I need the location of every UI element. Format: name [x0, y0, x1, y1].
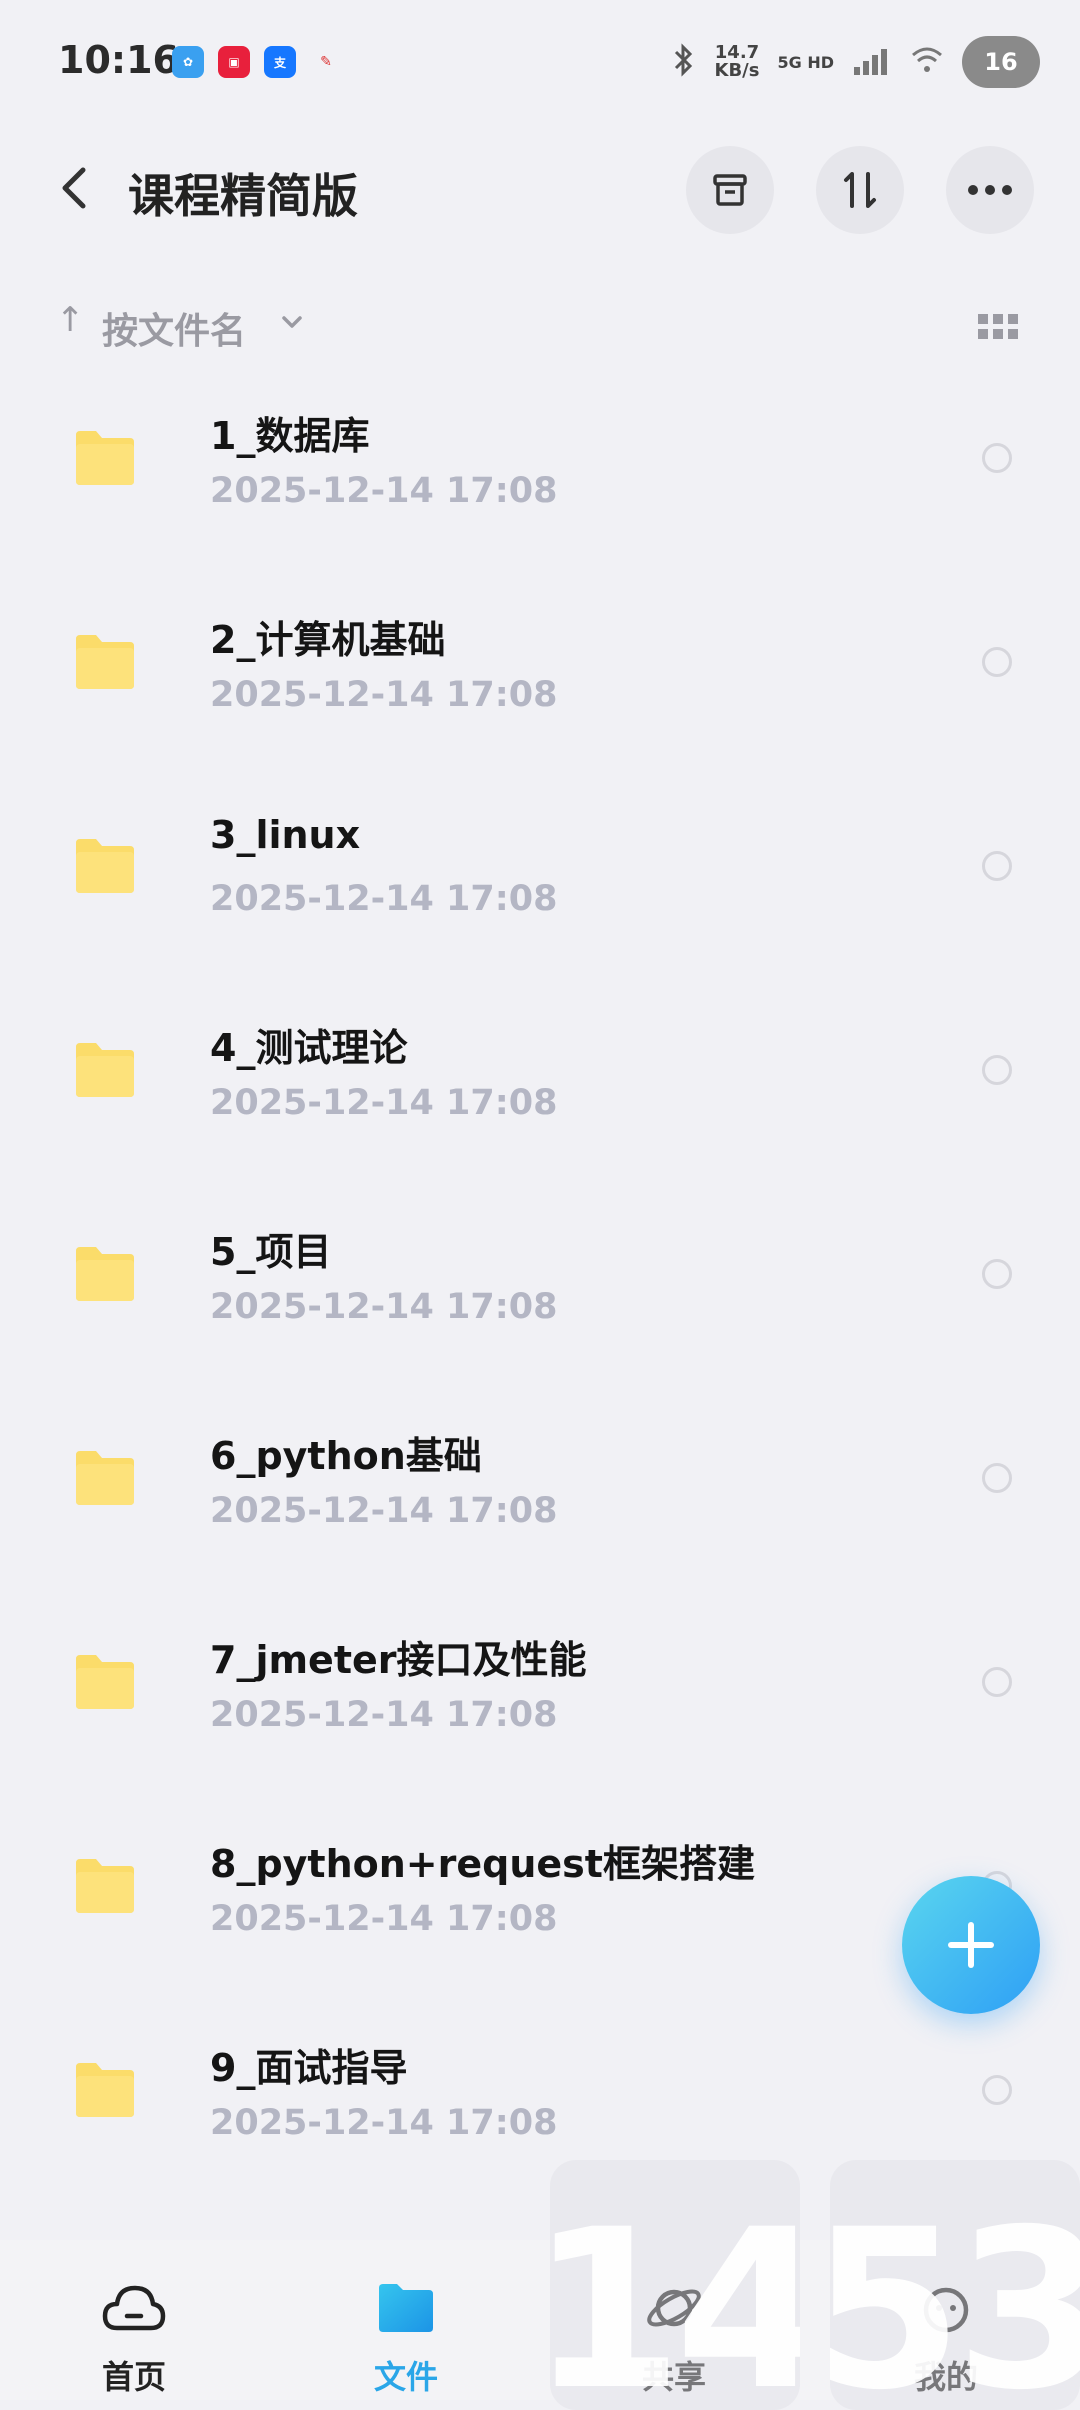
folder-icon	[76, 431, 134, 485]
file-date: 2025-12-14 17:08	[210, 1287, 558, 1327]
sort-label[interactable]: 按文件名	[102, 302, 246, 354]
plus-icon	[948, 1922, 994, 1968]
more-dots-icon	[968, 185, 1012, 195]
folder-icon	[76, 1451, 134, 1505]
sort-toggle-button[interactable]	[816, 146, 904, 234]
file-date: 2025-12-14 17:08	[210, 1899, 558, 1939]
network-type: 5G HD	[777, 52, 834, 72]
nav-files[interactable]: 文件	[306, 2240, 506, 2400]
folder-icon	[76, 1859, 134, 1913]
file-date: 2025-12-14 17:08	[210, 471, 558, 511]
app-notification-icon: ✿	[172, 46, 204, 78]
nav-label: 首页	[101, 2358, 166, 2396]
clock-hours: 14	[550, 2182, 800, 2410]
archive-icon	[713, 174, 747, 206]
file-name: 8_python+request框架搭建	[210, 1842, 755, 1886]
network-speed: 14.7 KB/s	[714, 42, 760, 81]
file-date: 2025-12-14 17:08	[210, 675, 558, 715]
file-row[interactable]: 3_linux 2025-12-14 17:08	[0, 773, 1080, 977]
app-header: 课程精简版	[0, 130, 1080, 250]
alipay-icon: 支	[264, 46, 296, 78]
archive-button[interactable]	[686, 146, 774, 234]
back-button[interactable]	[44, 158, 104, 218]
bluetooth-icon	[671, 43, 697, 81]
file-row[interactable]: 5_项目 2025-12-14 17:08	[0, 1181, 1080, 1385]
file-row[interactable]: 1_数据库 2025-12-14 17:08	[0, 365, 1080, 569]
grid-view-icon[interactable]	[978, 314, 1018, 340]
select-checkbox[interactable]	[982, 443, 1012, 473]
select-checkbox[interactable]	[982, 1667, 1012, 1697]
status-bar: 10:16 ✿ ▣ 支 ✎ 14.7 KB/s 5G HD 16	[0, 0, 1080, 130]
folder-icon	[372, 2274, 440, 2342]
nav-home[interactable]: 首页	[34, 2240, 234, 2400]
file-date: 2025-12-14 17:08	[210, 879, 558, 919]
cloud-icon	[100, 2274, 168, 2342]
select-checkbox[interactable]	[982, 1055, 1012, 1085]
app-notification-icon: ▣	[218, 46, 250, 78]
file-name: 5_项目	[210, 1230, 332, 1274]
page-title: 课程精简版	[128, 169, 358, 223]
battery-indicator: 16	[962, 36, 1040, 88]
signal-icon	[852, 45, 892, 79]
add-button[interactable]	[902, 1876, 1040, 2014]
file-row[interactable]: 6_python基础 2025-12-14 17:08	[0, 1385, 1080, 1589]
file-date: 2025-12-14 17:08	[210, 1083, 558, 1123]
select-checkbox[interactable]	[982, 1463, 1012, 1493]
select-checkbox[interactable]	[982, 1259, 1012, 1289]
select-checkbox[interactable]	[982, 851, 1012, 881]
clock-minutes: 53	[830, 2182, 1080, 2410]
folder-icon	[76, 2063, 134, 2117]
more-options-button[interactable]	[946, 146, 1034, 234]
file-row[interactable]: 7_jmeter接口及性能 2025-12-14 17:08	[0, 1589, 1080, 1793]
file-name: 1_数据库	[210, 414, 370, 458]
select-checkbox[interactable]	[982, 647, 1012, 677]
sort-bar: ↑ 按文件名	[0, 290, 1080, 360]
folder-icon	[76, 1043, 134, 1097]
chevron-left-icon	[62, 167, 86, 209]
folder-icon	[76, 635, 134, 689]
file-name: 2_计算机基础	[210, 618, 446, 662]
chevron-down-icon[interactable]	[280, 314, 304, 330]
clock-minutes-card: 53	[830, 2160, 1080, 2410]
folder-icon	[76, 1247, 134, 1301]
sort-arrows-icon	[844, 172, 876, 208]
nav-label: 文件	[373, 2358, 438, 2396]
file-name: 3_linux	[210, 813, 361, 857]
news-app-icon: ✎	[320, 54, 332, 70]
select-checkbox[interactable]	[982, 2075, 1012, 2105]
file-date: 2025-12-14 17:08	[210, 1695, 558, 1735]
file-name: 6_python基础	[210, 1434, 482, 1478]
file-date: 2025-12-14 17:08	[210, 2103, 558, 2143]
file-name: 4_测试理论	[210, 1026, 408, 1070]
file-row[interactable]: 4_测试理论 2025-12-14 17:08	[0, 977, 1080, 1181]
file-name: 7_jmeter接口及性能	[210, 1638, 587, 1682]
clock-hours-card: 14	[550, 2160, 800, 2410]
file-row[interactable]: 2_计算机基础 2025-12-14 17:08	[0, 569, 1080, 773]
status-app-icons: ✿ ▣ 支 ✎	[172, 46, 342, 78]
file-date: 2025-12-14 17:08	[210, 1491, 558, 1531]
floating-clock-overlay: 14 53	[540, 2160, 1080, 2410]
status-indicators: 14.7 KB/s 5G HD 16	[671, 36, 1040, 88]
sort-direction-icon[interactable]: ↑	[56, 300, 85, 340]
wifi-icon	[910, 45, 944, 79]
file-name: 9_面试指导	[210, 2046, 408, 2090]
folder-icon	[76, 839, 134, 893]
folder-icon	[76, 1655, 134, 1709]
status-time: 10:16	[58, 38, 179, 82]
